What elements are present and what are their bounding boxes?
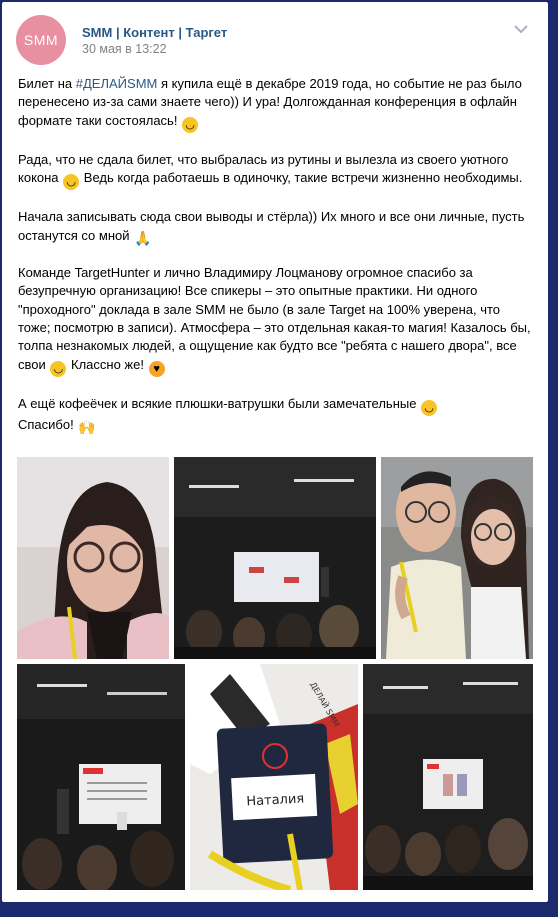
badge-name: Наталия bbox=[246, 791, 305, 809]
text-span: А ещё кофеёчек и всякие плюшки-ватрушки … bbox=[18, 395, 417, 411]
photo-speaker-stage[interactable] bbox=[17, 664, 185, 890]
photo-conference-crowd[interactable] bbox=[363, 664, 533, 890]
grinning-face-icon: ◡ bbox=[63, 174, 80, 191]
raising-hands-icon: 🙌 bbox=[78, 418, 96, 435]
photo-conference-hall[interactable] bbox=[174, 457, 376, 659]
avatar[interactable]: SMM bbox=[16, 15, 66, 65]
author-name[interactable]: SMM | Контент | Таргет bbox=[82, 25, 227, 40]
paragraph-2: Рада, что не сдала билет, что выбралась … bbox=[18, 151, 534, 191]
folded-hands-icon: 🙏 bbox=[134, 229, 152, 246]
post-header: SMM SMM | Контент | Таргет 30 мая в 13:2… bbox=[2, 2, 548, 65]
hashtag-link[interactable]: #ДЕЛАЙSMM bbox=[76, 76, 158, 91]
text-span: Спасибо! bbox=[18, 416, 74, 432]
post-card: SMM SMM | Контент | Таргет 30 мая в 13:2… bbox=[2, 2, 548, 902]
paragraph-4: Команде TargetHunter и лично Владимиру Л… bbox=[18, 264, 534, 377]
text-span: Начала записывать сюда свои выводы и стё… bbox=[18, 209, 525, 243]
text-span: Классно же! bbox=[67, 356, 144, 372]
photo-selfie-woman[interactable] bbox=[17, 457, 169, 659]
paragraph-1: Билет на #ДЕЛАЙSMM я купила ещё в декабр… bbox=[18, 75, 534, 133]
smiling-face-icon: ◡ bbox=[182, 116, 199, 133]
text-span: Билет на bbox=[18, 76, 76, 91]
paragraph-3: Начала записывать сюда свои выводы и стё… bbox=[18, 208, 534, 245]
post-date[interactable]: 30 мая в 13:22 bbox=[82, 42, 167, 56]
post-text: Билет на #ДЕЛАЙSMM я купила ещё в декабр… bbox=[18, 75, 534, 435]
smiling-face-with-hearts-icon: ♥ bbox=[148, 360, 165, 377]
avatar-label: SMM bbox=[23, 32, 59, 48]
text-span: Ведь когда работаешь в одиночку, такие в… bbox=[80, 170, 523, 186]
photo-selfie-couple[interactable] bbox=[381, 457, 533, 659]
smiling-face-icon: ◡ bbox=[50, 360, 67, 377]
chevron-down-icon[interactable] bbox=[514, 24, 528, 34]
face-savoring-food-icon: ◡ bbox=[421, 399, 438, 416]
paragraph-5: А ещё кофеёчек и всякие плюшки-ватрушки … bbox=[18, 395, 534, 435]
photo-badge[interactable]: Наталия ДЕЛАЙ SMM bbox=[190, 664, 358, 890]
